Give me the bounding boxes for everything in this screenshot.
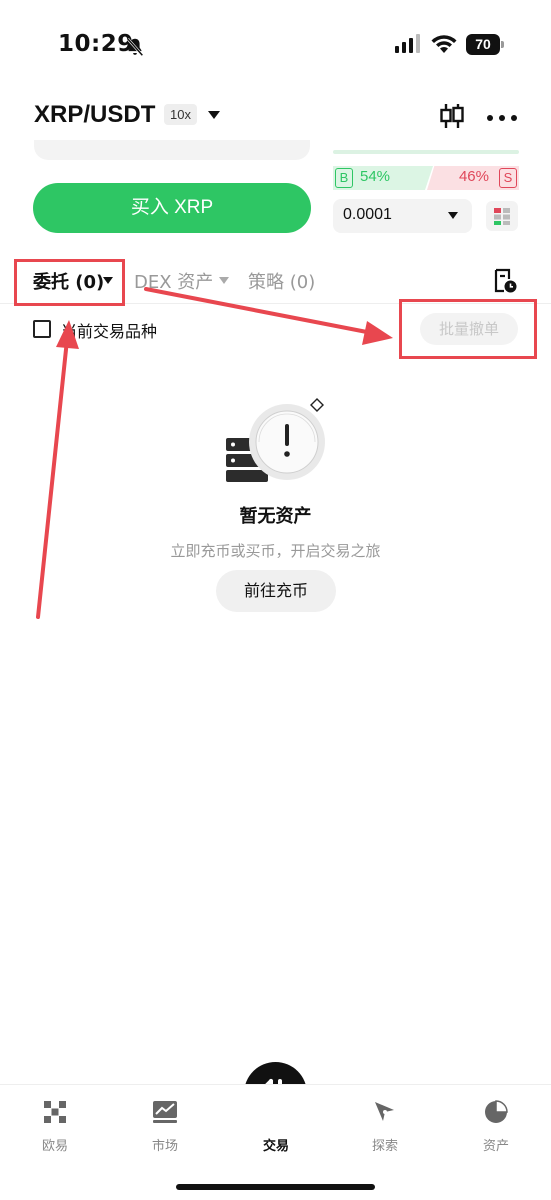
nav-label: 资产 bbox=[482, 1139, 509, 1154]
nav-item-okx[interactable]: 欧易 bbox=[15, 1099, 95, 1159]
empty-state-subtitle: 立即充币或买币，开启交易之旅 bbox=[170, 542, 381, 560]
bottom-nav: 欧易 市场 交易 探索 资产 bbox=[0, 1084, 551, 1200]
buy-sell-ratio-bar: B 54% 46% S bbox=[333, 166, 519, 190]
candlestick-icon[interactable] bbox=[438, 102, 466, 130]
battery-level: 70 bbox=[466, 34, 500, 55]
pair-title[interactable]: XRP/USDT bbox=[34, 101, 155, 129]
annotation-highlight-batch-cancel bbox=[399, 299, 537, 359]
current-instrument-label: 当前交易品种 bbox=[61, 322, 158, 341]
precision-select[interactable]: 0.0001 bbox=[333, 199, 472, 233]
sell-badge: S bbox=[499, 168, 517, 188]
precision-value: 0.0001 bbox=[343, 206, 392, 223]
buy-ratio-value: 54% bbox=[360, 168, 391, 185]
status-time: 10:29 bbox=[58, 31, 134, 57]
nav-item-trade[interactable]: 交易 bbox=[236, 1099, 316, 1159]
nav-item-assets[interactable]: 资产 bbox=[456, 1099, 536, 1159]
order-history-icon[interactable] bbox=[492, 268, 518, 294]
battery-icon: 70 bbox=[466, 34, 504, 55]
leverage-badge[interactable]: 10x bbox=[164, 104, 197, 125]
status-bar: 10:29 70 bbox=[0, 0, 551, 90]
order-book-edge bbox=[333, 150, 519, 154]
nav-label: 市场 bbox=[151, 1139, 178, 1154]
empty-assets-illustration bbox=[226, 398, 325, 482]
caret-down-icon[interactable] bbox=[219, 277, 229, 284]
okx-logo-icon bbox=[44, 1101, 66, 1123]
nav-label: 探索 bbox=[371, 1139, 398, 1154]
buy-badge: B bbox=[335, 168, 353, 188]
sell-ratio-value: 46% bbox=[458, 168, 489, 185]
tab-dex-assets[interactable]: DEX 资产 bbox=[134, 268, 213, 294]
nav-label: 欧易 bbox=[41, 1139, 68, 1154]
tab-strategy[interactable]: 策略 (0) bbox=[248, 268, 315, 294]
header: XRP/USDT 10x bbox=[0, 92, 551, 142]
nav-label: 交易 bbox=[262, 1139, 289, 1154]
compass-icon bbox=[375, 1102, 394, 1121]
empty-state-title: 暂无资产 bbox=[239, 506, 312, 527]
annotation-highlight-orders-tab bbox=[14, 259, 125, 306]
go-deposit-button[interactable]: 前往充币 bbox=[216, 570, 336, 612]
home-indicator bbox=[176, 1184, 375, 1190]
bell-slash-icon bbox=[126, 37, 144, 57]
depth-mode-icon[interactable] bbox=[486, 201, 518, 231]
nav-item-market[interactable]: 市场 bbox=[125, 1099, 205, 1159]
current-instrument-checkbox[interactable] bbox=[33, 320, 51, 338]
pie-chart-icon bbox=[485, 1100, 508, 1123]
caret-down-icon bbox=[448, 212, 458, 219]
more-icon[interactable] bbox=[486, 114, 518, 122]
amount-slider-area[interactable] bbox=[34, 140, 310, 160]
market-chart-icon bbox=[153, 1101, 177, 1123]
buy-xrp-button[interactable]: 买入 XRP bbox=[33, 183, 311, 233]
signal-icon bbox=[395, 34, 420, 53]
nav-item-explore[interactable]: 探索 bbox=[345, 1099, 425, 1159]
chevron-down-icon[interactable] bbox=[207, 110, 221, 120]
wifi-icon bbox=[431, 35, 457, 53]
